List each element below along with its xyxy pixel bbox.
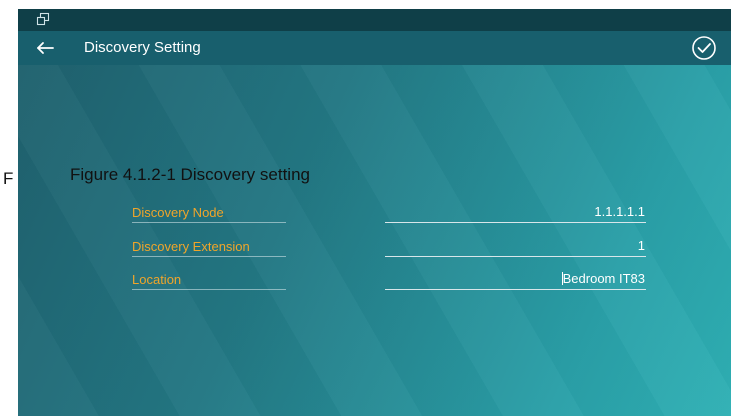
confirm-button[interactable] — [691, 35, 717, 61]
window-restore-icon — [36, 12, 50, 26]
page-title: Discovery Setting — [84, 39, 201, 56]
device-screen: Discovery Setting Discovery Node 1.1.1.1… — [18, 9, 731, 416]
discovery-extension-row: Discovery Extension 1 — [132, 237, 646, 257]
arrow-left-icon — [37, 42, 54, 54]
location-input[interactable]: Bedroom IT83 — [385, 270, 646, 290]
title-bar: Discovery Setting — [18, 31, 731, 65]
location-row: Location Bedroom IT83 — [132, 270, 646, 290]
caption-stray-letter: F — [3, 169, 14, 188]
figure-caption: Figure 4.1.2-1 Discovery setting — [70, 165, 310, 184]
discovery-extension-value: 1 — [637, 238, 645, 253]
back-button[interactable] — [32, 37, 58, 59]
discovery-extension-label: Discovery Extension — [132, 238, 286, 257]
discovery-node-value: 1.1.1.1.1 — [594, 204, 645, 219]
location-value: Bedroom IT83 — [562, 271, 645, 286]
discovery-node-label: Discovery Node — [132, 204, 286, 223]
page: F Discovery Setting Discovery Node 1.1.1… — [0, 0, 731, 416]
status-bar — [18, 9, 731, 31]
check-circle-icon — [692, 36, 716, 60]
discovery-node-input[interactable]: 1.1.1.1.1 — [385, 203, 646, 223]
discovery-extension-input[interactable]: 1 — [385, 237, 646, 257]
location-label: Location — [132, 271, 286, 290]
discovery-node-row: Discovery Node 1.1.1.1.1 — [132, 203, 646, 223]
